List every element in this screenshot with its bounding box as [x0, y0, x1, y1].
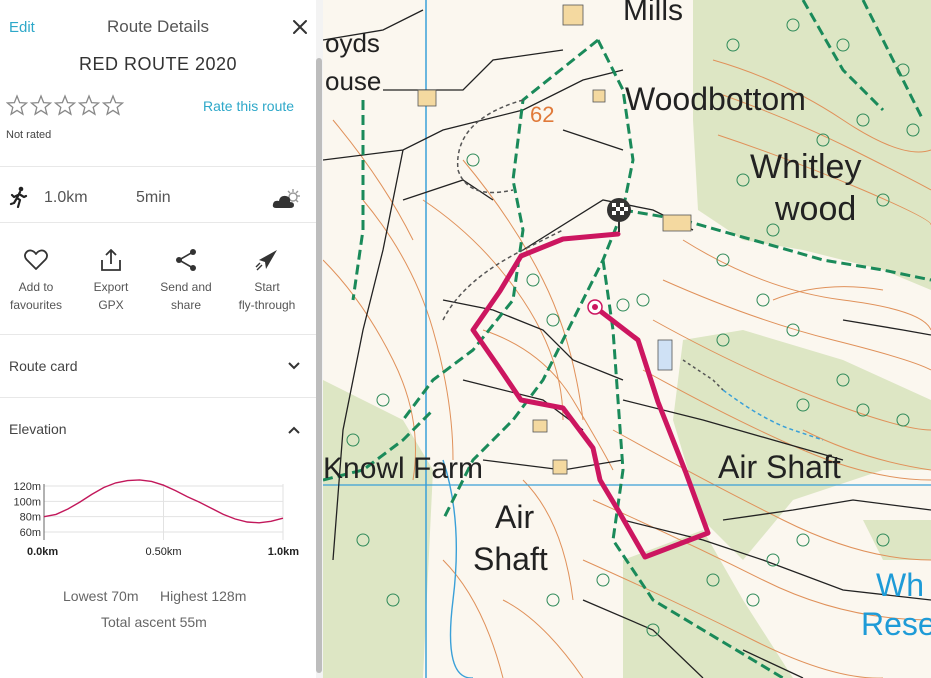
start-fly-through-button[interactable]: Start fly-through	[229, 248, 305, 314]
elevation-label: Elevation	[9, 421, 67, 437]
y-tick-label: 100m	[13, 496, 41, 508]
panel-header: Edit Route Details	[0, 0, 316, 56]
lowest-elevation: Lowest 70m	[63, 588, 139, 604]
x-tick-label: 1.0km	[268, 546, 299, 558]
map-label: Rese	[861, 606, 931, 642]
star-icon	[53, 94, 77, 116]
map-label: Air Shaft	[718, 449, 841, 485]
panel-title: Route Details	[106, 17, 210, 36]
elevation-chart: 120m 100m 80m 60m 0.0km 0.50km 1.0km	[13, 479, 299, 558]
map-label: Knowl Farm	[323, 452, 483, 485]
route-card-label: Route card	[9, 358, 78, 374]
weather-partly-cloudy-icon	[272, 189, 300, 208]
route-distance: 1.0km	[44, 189, 88, 206]
map-label: Woodbottom	[625, 81, 806, 117]
woodland-area	[693, 0, 931, 290]
woodland-area	[623, 530, 793, 678]
map-label: 62	[530, 102, 554, 127]
action-label: GPX	[98, 298, 124, 312]
map-label: Whitley	[750, 148, 861, 186]
divider	[0, 397, 316, 398]
action-label: favourites	[9, 298, 63, 312]
add-to-favourites-button[interactable]: Add to favourites	[0, 248, 74, 314]
route-name: RED ROUTE 2020	[78, 54, 238, 74]
close-icon[interactable]	[290, 17, 310, 37]
map-label: Shaft	[473, 541, 548, 577]
map-label: ouse	[325, 66, 381, 96]
woodland-area	[863, 520, 931, 560]
walking-icon	[9, 186, 28, 208]
x-tick-label: 0.50km	[145, 546, 181, 558]
chevron-up-icon[interactable]	[286, 424, 302, 436]
map-view[interactable]: Mills oyds ouse 62 Woodbottom Whitley wo…	[323, 0, 931, 678]
divider	[0, 166, 316, 167]
action-label: Send and	[160, 280, 212, 294]
action-label: Add to	[18, 280, 54, 294]
map-label: Wh	[876, 567, 924, 603]
action-label: share	[170, 298, 202, 312]
panel-scrollbar-thumb[interactable]	[316, 58, 322, 673]
chevron-down-icon[interactable]	[286, 360, 302, 372]
route-details-panel: Edit Route Details RED ROUTE 2020 Rate t…	[0, 0, 316, 678]
star-icon	[77, 94, 101, 116]
action-label: Export	[93, 280, 129, 294]
highest-elevation: Highest 128m	[160, 588, 247, 604]
rating-stars[interactable]	[6, 94, 128, 118]
divider	[0, 222, 316, 223]
heart-icon	[24, 249, 48, 270]
divider	[0, 334, 316, 335]
star-icon	[6, 94, 29, 116]
map-label: wood	[774, 190, 856, 228]
total-ascent: Total ascent 55m	[101, 614, 207, 630]
route-duration: 5min	[136, 189, 171, 206]
export-gpx-button[interactable]: Export GPX	[73, 248, 149, 314]
finish-flag-marker[interactable]	[607, 198, 631, 232]
rate-route-link[interactable]: Rate this route	[203, 98, 294, 114]
paper-plane-icon	[255, 250, 277, 271]
route-start-marker[interactable]	[587, 299, 603, 315]
map-label: Air	[495, 499, 534, 535]
y-tick-label: 80m	[20, 512, 41, 524]
map-label: oyds	[325, 28, 380, 58]
send-and-share-button[interactable]: Send and share	[148, 248, 224, 314]
map-label: Mills	[623, 0, 683, 27]
os-map: Mills oyds ouse 62 Woodbottom Whitley wo…	[323, 0, 931, 678]
action-label: fly-through	[238, 298, 296, 312]
star-icon	[101, 94, 125, 116]
star-icon	[29, 94, 53, 116]
y-tick-label: 60m	[20, 527, 41, 539]
y-tick-label: 120m	[13, 481, 41, 493]
action-label: Start	[254, 280, 280, 294]
share-icon	[176, 249, 196, 271]
x-tick-label: 0.0km	[27, 546, 58, 558]
export-icon	[101, 249, 121, 271]
rating-status: Not rated	[6, 129, 52, 141]
